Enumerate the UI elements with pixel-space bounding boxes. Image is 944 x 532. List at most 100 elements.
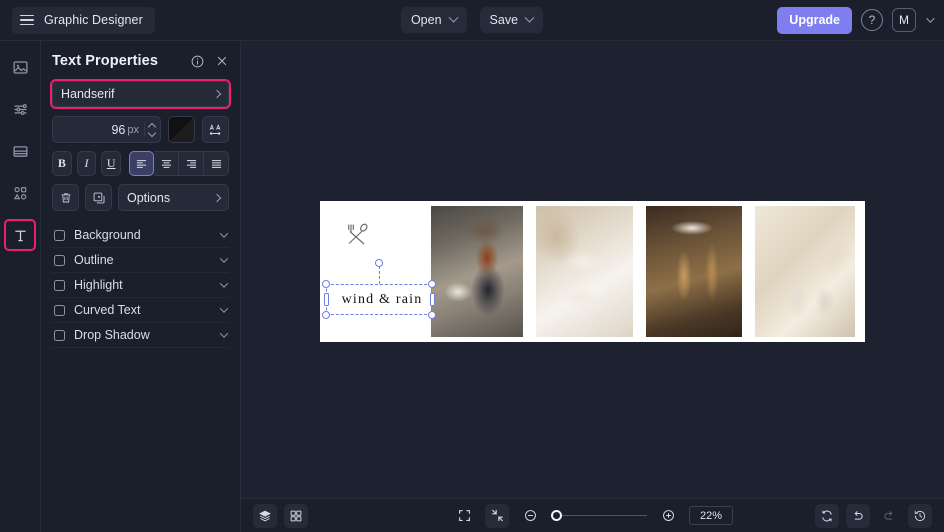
stepper-up-icon[interactable] bbox=[149, 123, 156, 128]
canvas-area[interactable]: wind & rain bbox=[241, 41, 944, 498]
zoom-level-value[interactable]: 22% bbox=[689, 506, 733, 525]
resize-handle-bl[interactable] bbox=[322, 311, 330, 319]
highlight-checkbox[interactable] bbox=[54, 279, 65, 291]
resize-handle-left[interactable] bbox=[324, 293, 329, 306]
close-icon[interactable] bbox=[215, 54, 229, 68]
grid-icon[interactable] bbox=[284, 503, 308, 528]
text-style-row: B I U bbox=[52, 151, 230, 176]
hamburger-icon bbox=[20, 14, 34, 26]
help-icon[interactable]: ? bbox=[861, 9, 883, 31]
font-family-value: Handserif bbox=[61, 87, 115, 101]
save-button[interactable]: Save bbox=[479, 7, 544, 33]
options-label: Options bbox=[127, 190, 171, 205]
photo-wooden-shelves[interactable] bbox=[646, 206, 742, 337]
underline-button[interactable]: U bbox=[101, 151, 122, 176]
letter-spacing-button[interactable] bbox=[202, 116, 229, 143]
font-size-input[interactable]: 96 px bbox=[52, 116, 161, 143]
font-family-select[interactable]: Handserif bbox=[52, 81, 229, 107]
chevron-down-icon[interactable] bbox=[219, 329, 229, 338]
artboard[interactable]: wind & rain bbox=[320, 201, 865, 342]
sidebar-item-text[interactable] bbox=[4, 219, 36, 251]
italic-button[interactable]: I bbox=[76, 151, 97, 176]
accordion-drop-shadow[interactable]: Drop Shadow bbox=[52, 323, 229, 348]
accordion-outline[interactable]: Outline bbox=[52, 248, 229, 273]
accordion-label: Highlight bbox=[74, 278, 123, 292]
layers-icon[interactable] bbox=[253, 503, 277, 528]
info-icon[interactable] bbox=[190, 54, 205, 69]
sidebar-item-adjust[interactable] bbox=[6, 95, 34, 123]
bottom-right-tools bbox=[815, 503, 932, 528]
refresh-icon[interactable] bbox=[815, 503, 839, 528]
collapse-icon[interactable] bbox=[485, 503, 509, 528]
align-justify-button[interactable] bbox=[204, 151, 230, 176]
outline-checkbox[interactable] bbox=[54, 254, 65, 266]
history-icon[interactable] bbox=[908, 503, 932, 528]
chevron-right-icon bbox=[212, 193, 222, 202]
trash-icon[interactable] bbox=[52, 184, 79, 211]
app-menu-button[interactable]: Graphic Designer bbox=[12, 6, 155, 34]
bold-button[interactable]: B bbox=[52, 151, 72, 176]
rotate-handle[interactable] bbox=[375, 259, 383, 267]
align-center-button[interactable] bbox=[154, 151, 180, 176]
zoom-out-icon[interactable] bbox=[518, 504, 542, 528]
bottom-left-tools bbox=[253, 503, 308, 528]
chevron-down-icon[interactable] bbox=[219, 304, 229, 313]
photo-stacked-dishes[interactable] bbox=[536, 206, 633, 337]
resize-handle-tr[interactable] bbox=[428, 280, 436, 288]
duplicate-icon[interactable] bbox=[85, 184, 112, 211]
file-actions: Open Save bbox=[372, 7, 572, 33]
align-left-button[interactable] bbox=[129, 151, 155, 176]
accordion-label: Drop Shadow bbox=[74, 328, 150, 342]
app-root: Graphic Designer Open Save Upgrade ? M T… bbox=[0, 0, 944, 532]
resize-handle-br[interactable] bbox=[428, 311, 436, 319]
drop-shadow-checkbox[interactable] bbox=[54, 329, 65, 341]
canvas-text-element[interactable]: wind & rain bbox=[332, 287, 432, 312]
options-button[interactable]: Options bbox=[118, 184, 229, 211]
accordion-list: Background Outline Highlight Curved Text bbox=[52, 223, 229, 348]
utility-row: Options bbox=[52, 184, 229, 211]
page-title: Text Properties bbox=[52, 53, 158, 69]
chevron-down-icon bbox=[524, 12, 535, 23]
font-size-stepper[interactable] bbox=[144, 123, 156, 136]
chevron-down-icon[interactable] bbox=[219, 279, 229, 288]
font-size-unit: px bbox=[127, 123, 139, 136]
panel-header: Text Properties bbox=[52, 53, 229, 69]
left-rail bbox=[0, 41, 41, 532]
chevron-down-icon[interactable] bbox=[219, 254, 229, 263]
photo-hand-with-vase[interactable] bbox=[755, 206, 855, 337]
chevron-right-icon bbox=[212, 89, 222, 99]
stepper-down-icon[interactable] bbox=[149, 131, 156, 136]
bottom-bar: 22% bbox=[241, 498, 944, 532]
panel-header-icons bbox=[190, 54, 229, 69]
sidebar-item-elements[interactable] bbox=[6, 179, 34, 207]
top-bar: Graphic Designer Open Save Upgrade ? M bbox=[0, 0, 944, 41]
slider-knob[interactable] bbox=[551, 509, 562, 521]
curved-text-checkbox[interactable] bbox=[54, 304, 65, 316]
open-button[interactable]: Open bbox=[400, 7, 467, 33]
undo-icon[interactable] bbox=[846, 503, 870, 528]
save-label: Save bbox=[489, 13, 519, 27]
sidebar-item-layouts[interactable] bbox=[6, 137, 34, 165]
align-right-button[interactable] bbox=[179, 151, 205, 176]
chevron-down-icon[interactable] bbox=[926, 14, 935, 23]
accordion-curved-text[interactable]: Curved Text bbox=[52, 298, 229, 323]
background-checkbox[interactable] bbox=[54, 229, 65, 241]
chevron-down-icon[interactable] bbox=[219, 229, 229, 238]
photo-potter-at-wheel[interactable] bbox=[431, 206, 523, 337]
upgrade-button[interactable]: Upgrade bbox=[777, 6, 852, 34]
avatar[interactable]: M bbox=[892, 8, 916, 32]
font-size-row: 96 px bbox=[52, 116, 229, 143]
zoom-slider[interactable] bbox=[551, 509, 647, 522]
fork-spoon-icon[interactable] bbox=[342, 219, 374, 251]
sidebar-item-images[interactable] bbox=[6, 53, 34, 81]
fit-to-screen-icon[interactable] bbox=[452, 504, 476, 528]
text-properties-panel: Text Properties Handserif 96 px B I U Op… bbox=[41, 41, 241, 532]
resize-handle-tl[interactable] bbox=[322, 280, 330, 288]
resize-handle-right[interactable] bbox=[430, 293, 435, 306]
redo-icon[interactable] bbox=[877, 504, 901, 528]
accordion-background[interactable]: Background bbox=[52, 223, 229, 248]
accordion-highlight[interactable]: Highlight bbox=[52, 273, 229, 298]
zoom-in-icon[interactable] bbox=[656, 504, 680, 528]
font-family-highlight: Handserif bbox=[50, 79, 231, 109]
text-color-swatch[interactable] bbox=[168, 116, 195, 143]
